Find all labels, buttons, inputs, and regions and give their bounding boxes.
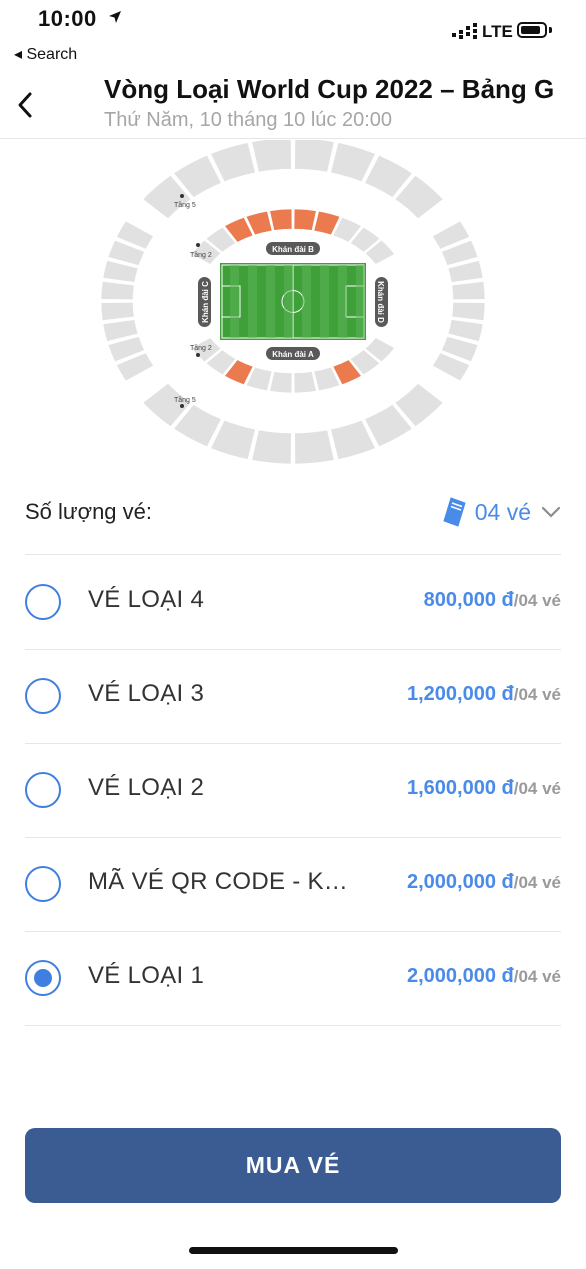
radio-button-selected[interactable]	[25, 960, 61, 996]
ticket-price: 1,200,000 đ/04 vé	[407, 683, 561, 706]
status-bar: 10:00 ◂ Search LTE	[0, 0, 586, 63]
back-chevron-icon[interactable]	[12, 88, 38, 122]
ticket-type-name: VÉ LOẠI 3	[88, 680, 205, 707]
stand-b-label: Khán đài B	[272, 245, 314, 254]
seat-section[interactable]	[100, 281, 135, 300]
seat-section[interactable]	[269, 371, 293, 394]
seat-section[interactable]	[451, 281, 486, 300]
battery-tip	[549, 27, 552, 33]
tier-2-top-label: Tầng 2	[190, 250, 212, 259]
match-datetime: Thứ Năm, 10 tháng 10 lúc 20:00	[104, 109, 393, 131]
price-per: /04 vé	[513, 591, 561, 610]
stand-d-label: Khán đài D	[376, 281, 385, 323]
back-to-search-link[interactable]: ◂ Search	[14, 44, 77, 64]
stand-a-label: Khán đài A	[272, 350, 314, 359]
stand-c-label: Khán đài C	[201, 281, 210, 323]
ticket-type-name: VÉ LOẠI 1	[88, 962, 205, 989]
page-title: Vòng Loại World Cup 2022 – Bảng G	[104, 74, 555, 104]
chevron-down-icon	[541, 506, 561, 518]
stadium-seat-map[interactable]: Khán đài B Khán đài A Khán đài C Khán đà…	[100, 140, 486, 465]
quantity-value: 04 vé	[474, 498, 531, 525]
location-arrow-icon	[109, 11, 121, 23]
seat-section[interactable]	[294, 429, 335, 465]
radio-button[interactable]	[25, 678, 61, 714]
ticket-quantity-row: Số lượng vé: 04 vé	[25, 486, 561, 555]
battery-icon	[517, 22, 547, 38]
price-per: /04 vé	[513, 873, 561, 892]
ticket-type-name: MÃ VÉ QR CODE - Khán đài	[88, 868, 360, 895]
price-per: /04 vé	[513, 685, 561, 704]
seat-section[interactable]	[251, 140, 292, 173]
ticket-option-3[interactable]: VÉ LOẠI 2 1,600,000 đ/04 vé	[25, 744, 561, 838]
seat-section[interactable]	[293, 371, 317, 394]
ticket-option-5[interactable]: VÉ LOẠI 1 2,000,000 đ/04 vé	[25, 932, 561, 1026]
status-time: 10:00	[38, 6, 97, 31]
seat-section[interactable]	[251, 429, 292, 465]
ticket-price: 2,000,000 đ/04 vé	[407, 965, 561, 988]
quantity-label: Số lượng vé:	[25, 499, 152, 524]
price-per: /04 vé	[513, 967, 561, 986]
ticket-option-1[interactable]: VÉ LOẠI 4 800,000 đ/04 vé	[25, 556, 561, 650]
ticket-price: 2,000,000 đ/04 vé	[407, 871, 561, 894]
price-amount: 1,200,000 đ	[406, 683, 514, 705]
buy-ticket-button[interactable]: MUA VÉ	[25, 1128, 561, 1203]
ticket-option-2[interactable]: VÉ LOẠI 3 1,200,000 đ/04 vé	[25, 650, 561, 744]
network-type: LTE	[482, 22, 513, 41]
price-per: /04 vé	[513, 779, 561, 798]
ticket-type-name: VÉ LOẠI 4	[88, 586, 205, 613]
tier-5-bottom-label: Tầng 5	[174, 395, 196, 404]
ticket-icon	[443, 497, 466, 527]
price-amount: 1,600,000 đ	[406, 777, 514, 799]
price-amount: 2,000,000 đ	[406, 965, 514, 987]
radio-button[interactable]	[25, 584, 61, 620]
price-amount: 2,000,000 đ	[406, 871, 514, 893]
tier-5-top-label: Tầng 5	[174, 200, 196, 209]
home-indicator[interactable]	[189, 1247, 398, 1254]
seat-section[interactable]	[294, 140, 335, 173]
ticket-price: 800,000 đ/04 vé	[424, 589, 561, 612]
tier-2-bottom-label: Tầng 2	[190, 343, 212, 352]
price-amount: 800,000 đ	[423, 589, 514, 611]
seat-section[interactable]	[293, 208, 317, 231]
navigation-bar: Vòng Loại World Cup 2022 – Bảng G Thứ Nă…	[0, 64, 586, 139]
seat-section[interactable]	[269, 208, 293, 231]
quantity-dropdown[interactable]: 04 vé	[443, 496, 561, 528]
ticket-price: 1,600,000 đ/04 vé	[407, 777, 561, 800]
radio-selected-dot	[34, 969, 52, 987]
ticket-option-4[interactable]: MÃ VÉ QR CODE - Khán đài 2,000,000 đ/04 …	[25, 838, 561, 932]
ticket-type-name: VÉ LOẠI 2	[88, 774, 205, 801]
radio-button[interactable]	[25, 866, 61, 902]
seat-section[interactable]	[451, 302, 486, 321]
signal-icon	[452, 23, 477, 39]
radio-button[interactable]	[25, 772, 61, 808]
seat-section[interactable]	[100, 302, 135, 321]
